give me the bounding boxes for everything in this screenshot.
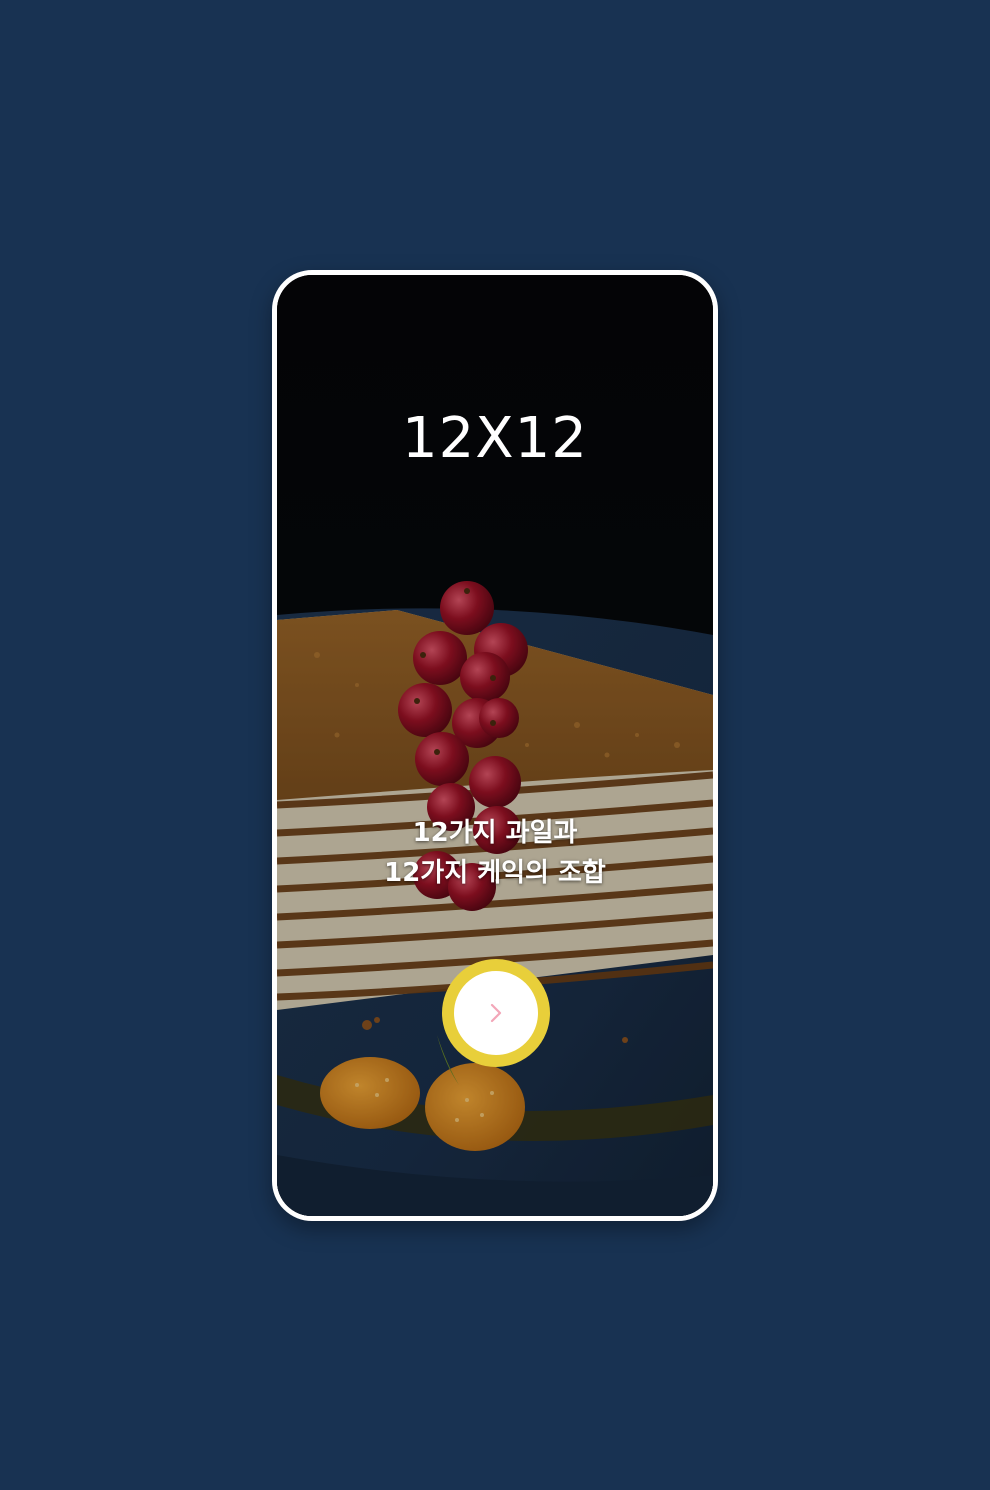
- next-button[interactable]: [442, 959, 550, 1067]
- subtitle-line-2: 12가지 케익의 조합: [384, 858, 606, 888]
- chevron-right-icon: [489, 1002, 503, 1024]
- page-title: 12X12: [402, 406, 588, 471]
- phone-frame: 12X12 12가지 과일과 12가지 케익의 조합: [272, 270, 718, 1221]
- subtitle: 12가지 과일과 12가지 케익의 조합: [277, 813, 713, 893]
- subtitle-line-1: 12가지 과일과: [412, 818, 578, 848]
